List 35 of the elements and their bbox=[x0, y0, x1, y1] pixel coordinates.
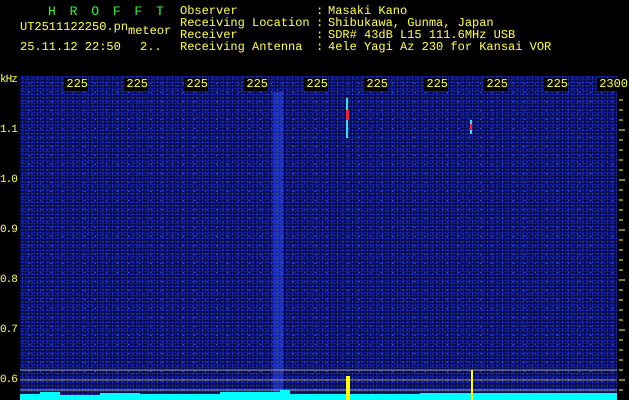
time-label: 225 bbox=[304, 78, 328, 90]
frequency-label: 0.6 bbox=[0, 373, 18, 388]
time-label: 225 bbox=[484, 78, 508, 90]
time-label: 225 bbox=[244, 78, 268, 90]
time-label: 225 bbox=[424, 78, 448, 90]
count-label: 2.. bbox=[140, 40, 162, 54]
field-value: Masaki Kano bbox=[328, 4, 408, 16]
time-label: 225 bbox=[64, 78, 88, 90]
frequency-label: 0.8 bbox=[0, 273, 18, 288]
field-value: SDR# 43dB L15 111.6MHz USB bbox=[328, 28, 516, 40]
frequency-label: 1.1 bbox=[0, 123, 18, 138]
colon: : bbox=[316, 4, 324, 16]
field-label: Receiver bbox=[180, 28, 238, 40]
time-label: 2300 bbox=[597, 78, 628, 90]
field-value: Shibukawa, Gunma, Japan bbox=[328, 16, 495, 28]
field-label: Receiving Antenna bbox=[180, 40, 304, 52]
time-label: 225 bbox=[364, 78, 388, 90]
app-title: H R O F F T bbox=[48, 4, 168, 20]
field-value: 4ele Yagi Az 230 for Kansai VOR bbox=[328, 40, 552, 52]
file-name: UT2511122250.pn bbox=[20, 20, 128, 34]
time-label: 225 bbox=[544, 78, 568, 90]
field-label: Receiving Location bbox=[180, 16, 311, 28]
colon: : bbox=[316, 16, 324, 28]
frequency-label: 0.7 bbox=[0, 323, 18, 338]
field-label: Observer bbox=[180, 4, 238, 16]
time-label: 225 bbox=[124, 78, 148, 90]
axis-unit: kHz bbox=[0, 73, 17, 88]
colon: : bbox=[316, 28, 324, 40]
mode-label: meteor bbox=[128, 24, 172, 38]
frequency-label: 0.9 bbox=[0, 223, 18, 238]
colon: : bbox=[316, 40, 324, 52]
time-label: 225 bbox=[184, 78, 208, 90]
timestamp: 25.11.12 22:50 bbox=[20, 40, 122, 54]
frequency-label: 1.0 bbox=[0, 173, 18, 188]
meteor-echo bbox=[346, 98, 349, 138]
